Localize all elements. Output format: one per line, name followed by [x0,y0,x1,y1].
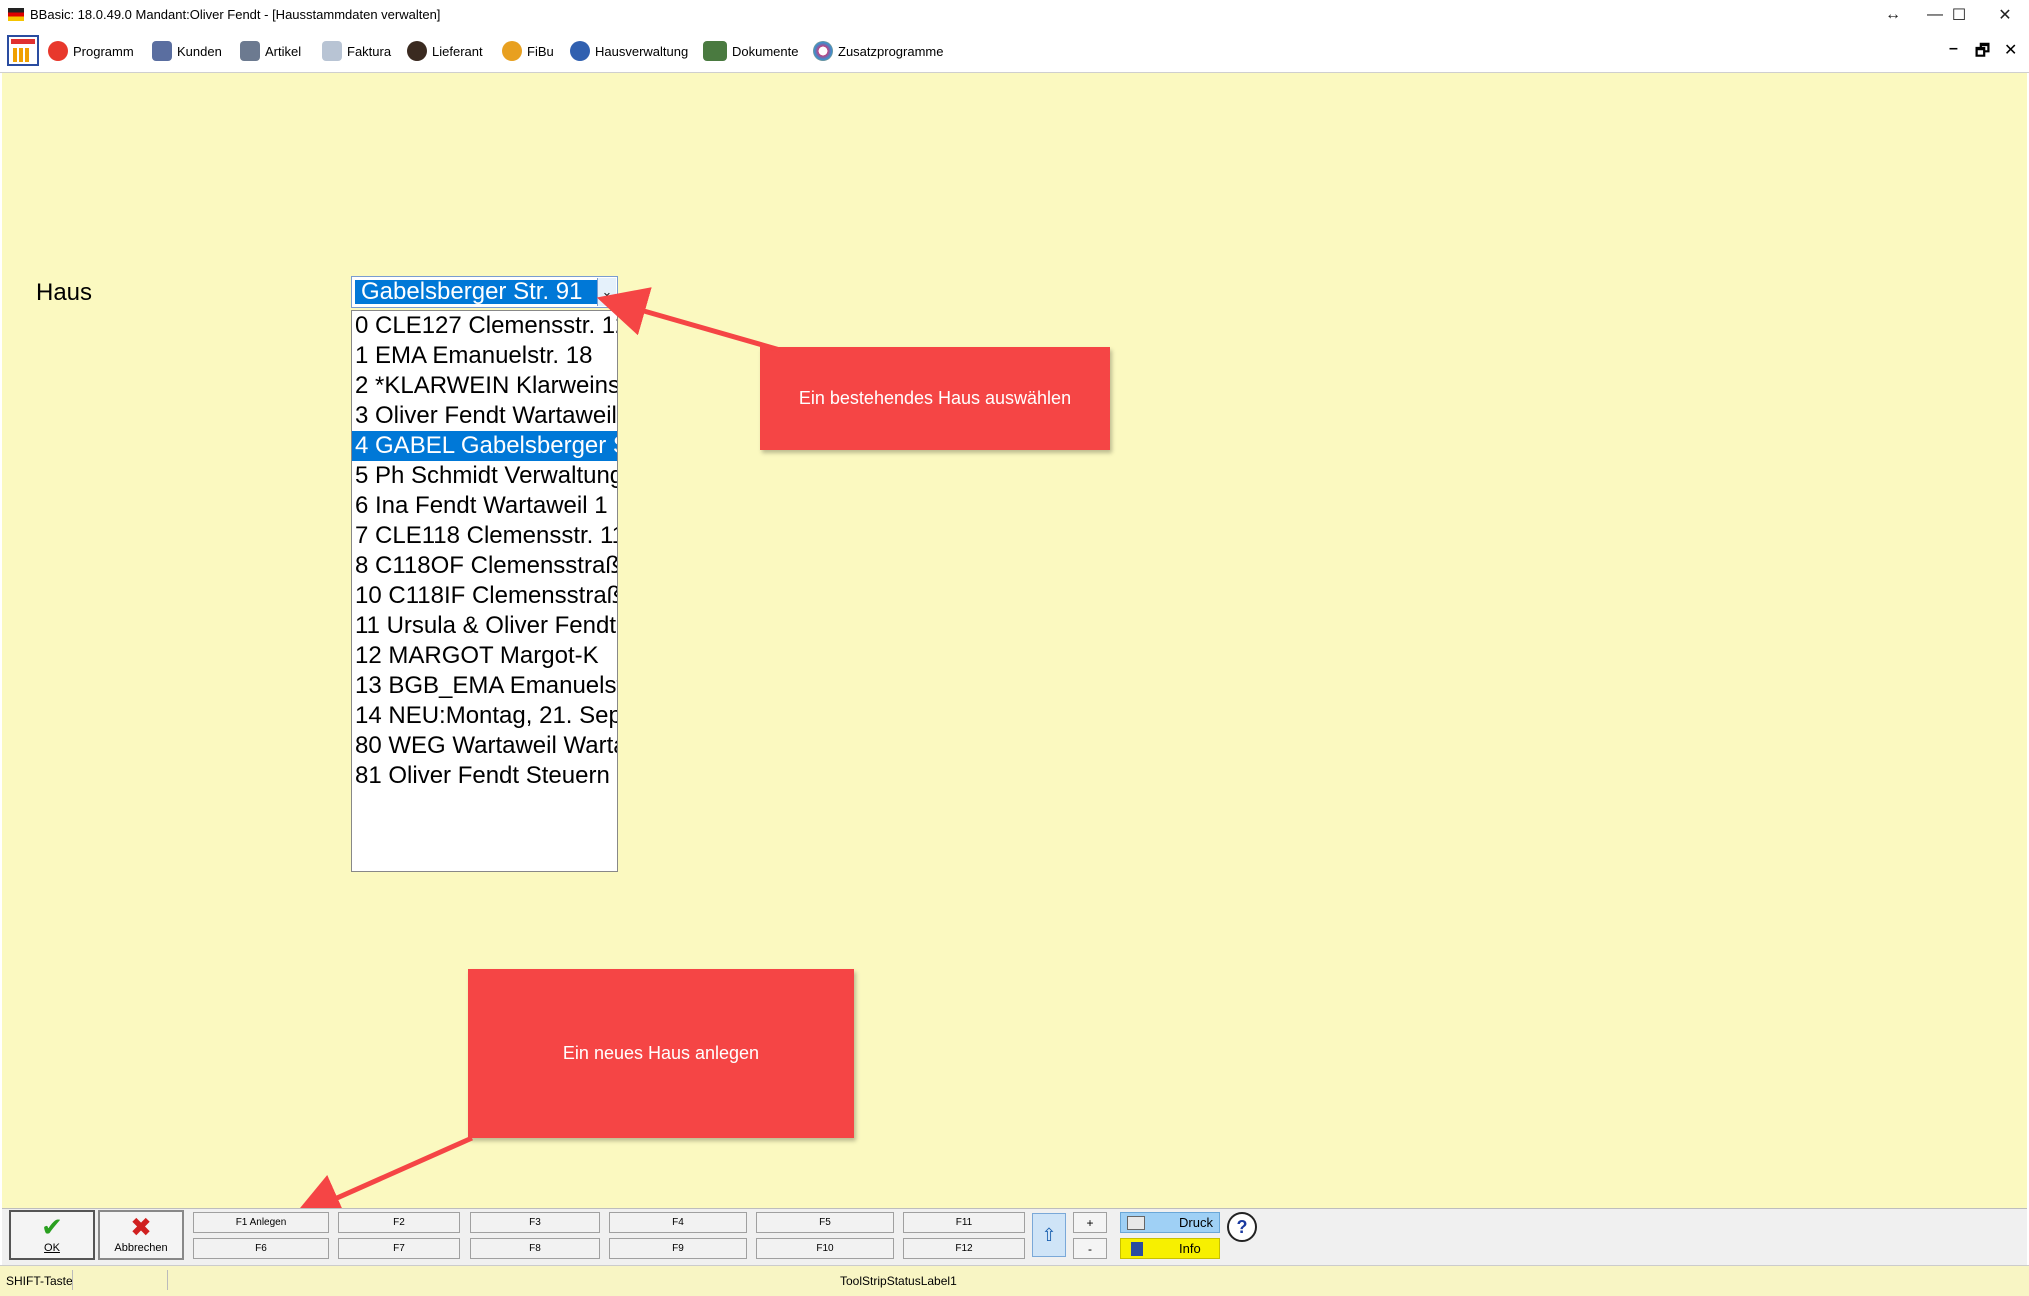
scroll-up-double-chevron-icon[interactable]: ⇧ [1032,1213,1066,1257]
form-area: Haus Gabelsberger Str. 91 ⌄ 0 CLE127 Cle… [2,73,2027,1208]
status-label: ToolStripStatusLabel1 [840,1274,957,1288]
artikel-icon [240,41,260,61]
ok-button[interactable]: ✔ OK [9,1210,95,1260]
ok-label: OK [44,1242,60,1254]
dropdown-option[interactable]: 8 C118OF Clemensstraße [352,551,617,581]
mdi-minimize-button[interactable]: – [1949,40,1958,58]
menu-label: Hausverwaltung [595,43,689,59]
checkmark-icon: ✔ [41,1212,63,1242]
dropdown-option[interactable]: 3 Oliver Fendt Wartaweil [352,401,617,431]
menu-faktura[interactable]: Faktura [322,40,391,62]
hausverwaltung-icon [570,41,590,61]
haus-label: Haus [36,279,93,306]
app-flag-icon [8,8,24,21]
cancel-button[interactable]: ✖ Abbrechen [98,1210,184,1260]
callout-create-new: Ein neues Haus anlegen [468,969,854,1138]
close-button[interactable]: ✕ [1982,0,2028,30]
druck-button[interactable]: Druck [1120,1212,1220,1233]
dropdown-option[interactable]: 6 Ina Fendt Wartaweil 1 [352,491,617,521]
status-shift-key: SHIFT-Taste [6,1274,73,1288]
menu-dokumente[interactable]: Dokumente [703,40,798,62]
printer-icon [1127,1215,1145,1230]
maximize-button[interactable]: ☐ [1936,0,1982,30]
menu-label: Dokumente [732,43,799,59]
haus-combobox[interactable]: Gabelsberger Str. 91 ⌄ [351,276,618,308]
lieferant-icon [407,41,427,61]
menu-kunden[interactable]: Kunden [152,40,222,62]
callout-select-existing: Ein bestehendes Haus auswählen [760,347,1110,450]
menu-fibu[interactable]: FiBu [502,40,554,62]
info-button[interactable]: Info [1120,1238,1220,1259]
f6-button[interactable]: F6 [193,1238,329,1259]
menu-zusatzprogramme[interactable]: Zusatzprogramme [813,40,943,62]
f10-button[interactable]: F10 [756,1238,894,1259]
cancel-label: Abbrechen [114,1242,168,1254]
combo-selected-value[interactable]: Gabelsberger Str. 91 [354,279,599,305]
menu-programm[interactable]: Programm [48,40,134,62]
dropdown-option[interactable]: 13 BGB_EMA Emanuelstr. [352,671,617,701]
f9-button[interactable]: F9 [609,1238,747,1259]
f3-button[interactable]: F3 [470,1212,600,1233]
menu-hausverwaltung[interactable]: Hausverwaltung [570,40,688,62]
dokumente-icon [703,41,727,61]
kunden-icon [152,41,172,61]
f4-button[interactable]: F4 [609,1212,747,1233]
f12-button[interactable]: F12 [903,1238,1025,1259]
dropdown-option[interactable]: 81 Oliver Fendt Steuern [352,761,617,791]
resize-icon[interactable]: ↔ [1870,0,1916,30]
druck-label: Druck [1179,1215,1213,1230]
menu-label: Lieferant [432,43,483,59]
bbasic-logo-icon[interactable] [7,35,39,66]
window-title: BBasic: 18.0.49.0 Mandant:Oliver Fendt -… [30,7,441,22]
programm-icon [48,41,68,61]
function-key-bar: ✔ OK ✖ Abbrechen F1 Anlegen F2 F3 F4 F5 … [2,1208,2027,1265]
dropdown-option[interactable]: 5 Ph Schmidt Verwaltung [352,461,617,491]
f11-button[interactable]: F11 [903,1212,1025,1233]
menu-label: Faktura [347,43,392,59]
status-bar: SHIFT-Taste ToolStripStatusLabel1 [0,1265,2029,1296]
menu-label: Kunden [177,43,222,59]
plus-button[interactable]: + [1073,1212,1107,1233]
haus-dropdown-list[interactable]: 0 CLE127 Clemensstr. 127 1 EMA Emanuelst… [351,310,618,872]
f7-button[interactable]: F7 [338,1238,460,1259]
dropdown-option[interactable]: 80 WEG Wartaweil Wartaweil [352,731,617,761]
chevron-down-icon[interactable]: ⌄ [597,278,616,306]
menu-lieferant[interactable]: Lieferant [407,40,483,62]
zusatzprogramme-icon [813,41,833,61]
f8-button[interactable]: F8 [470,1238,600,1259]
menu-label: Programm [73,43,134,59]
f2-button[interactable]: F2 [338,1212,460,1233]
info-icon [1131,1241,1143,1256]
mdi-restore-button[interactable]: 🗗 [1975,40,1990,67]
f5-button[interactable]: F5 [756,1212,894,1233]
f1-anlegen-button[interactable]: F1 Anlegen [193,1212,329,1233]
dropdown-option[interactable]: 0 CLE127 Clemensstr. 127 [352,311,617,341]
faktura-icon [322,41,342,61]
dropdown-option-selected[interactable]: 4 GABEL Gabelsberger Str. 91 [352,431,617,461]
x-icon: ✖ [130,1212,152,1242]
menu-bar: Programm Kunden Artikel Faktura Lieferan… [0,30,2029,73]
dropdown-option[interactable]: 7 CLE118 Clemensstr. 118 [352,521,617,551]
menu-label: Artikel [265,43,302,59]
help-icon[interactable]: ? [1227,1212,1257,1242]
mdi-close-button[interactable]: ✕ [2004,40,2017,60]
minus-button[interactable]: - [1073,1238,1107,1259]
dropdown-option[interactable]: 1 EMA Emanuelstr. 18 [352,341,617,371]
dropdown-option[interactable]: 14 NEU:Montag, 21. September [352,701,617,731]
title-bar: BBasic: 18.0.49.0 Mandant:Oliver Fendt -… [0,0,2029,31]
dropdown-option[interactable]: 2 *KLARWEIN Klarweinstr. [352,371,617,401]
fibu-icon [502,41,522,61]
info-label: Info [1179,1241,1201,1256]
menu-label: FiBu [527,43,554,59]
menu-artikel[interactable]: Artikel [240,40,301,62]
dropdown-option[interactable]: 12 MARGOT Margot-K [352,641,617,671]
status-divider [72,1270,168,1290]
dropdown-option[interactable]: 11 Ursula & Oliver Fendt [352,611,617,641]
menu-label: Zusatzprogramme [838,43,944,59]
dropdown-option[interactable]: 10 C118IF Clemensstraße [352,581,617,611]
